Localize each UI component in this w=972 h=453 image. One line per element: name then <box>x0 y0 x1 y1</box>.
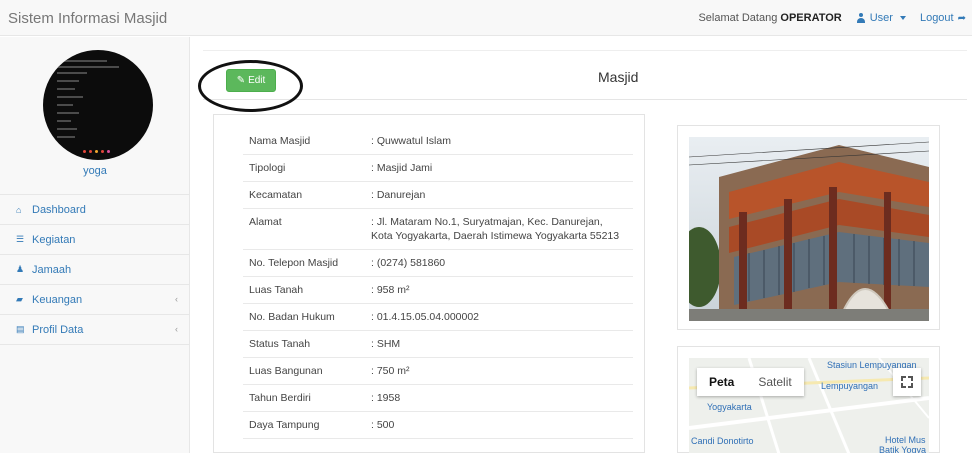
book-icon: ▰ <box>16 294 23 304</box>
role-label: OPERATOR <box>780 12 842 24</box>
table-row: Tipologi: Masjid Jami <box>243 154 633 182</box>
sidebar-item-profil-data[interactable]: ▤ Profil Data ‹ <box>0 315 190 345</box>
avatar <box>43 50 153 160</box>
map-type-control: Peta Satelit <box>697 368 804 396</box>
navbar-right: Selamat Datang OPERATOR User Logout ➦ <box>698 12 966 24</box>
top-navbar: Sistem Informasi Masjid Selamat Datang O… <box>0 0 972 36</box>
page-title: Masjid <box>598 69 639 85</box>
fullscreen-icon <box>901 376 906 381</box>
field-value: : Danurejan <box>365 181 633 209</box>
logout-label: Logout <box>919 12 954 24</box>
welcome-message: Selamat Datang OPERATOR <box>698 12 841 24</box>
map-label-lempuyangan: Lempuyangan <box>821 381 879 391</box>
chevron-left-icon: ‹ <box>175 294 178 304</box>
user-label: User <box>869 12 893 24</box>
field-label: No. Badan Hukum <box>243 303 365 331</box>
sidebar-item-keuangan[interactable]: ▰ Keuangan ‹ <box>0 285 190 315</box>
sidebar-item-label: Jamaah <box>32 263 72 276</box>
fullscreen-icon <box>908 383 913 388</box>
table-row: No. Badan Hukum: 01.4.15.05.04.000002 <box>243 303 633 331</box>
field-label: Alamat <box>243 208 365 250</box>
sidebar-item-label: Dashboard <box>32 203 86 216</box>
map-label-hotel: Hotel Mus <box>885 435 926 445</box>
fullscreen-icon <box>908 376 913 381</box>
app-brand[interactable]: Sistem Informasi Masjid <box>8 10 167 27</box>
mosque-photo <box>689 137 929 321</box>
chevron-left-icon: ‹ <box>175 324 178 334</box>
field-label: Status Tanah <box>243 330 365 358</box>
map-label-candi: Candi Donotirto <box>691 436 754 446</box>
home-icon: ⌂ <box>16 204 22 215</box>
mosque-info-table: Nama Masjid: Quwwatul Islam Tipologi: Ma… <box>243 128 633 439</box>
map-tab-peta[interactable]: Peta <box>697 368 746 396</box>
field-label: Kecamatan <box>243 181 365 209</box>
table-row: Alamat: Jl. Mataram No.1, Suryatmajan, K… <box>243 208 633 250</box>
panel-header: ✎ Edit <box>203 50 967 100</box>
field-label: Luas Tanah <box>243 276 365 304</box>
fullscreen-button[interactable] <box>893 368 921 396</box>
mosque-info-card: Nama Masjid: Quwwatul Islam Tipologi: Ma… <box>213 114 645 453</box>
field-label: Luas Bangunan <box>243 357 365 385</box>
table-row: Kecamatan: Danurejan <box>243 181 633 209</box>
field-value: : 01.4.15.05.04.000002 <box>365 303 633 331</box>
field-label: Tahun Berdiri <box>243 384 365 412</box>
list-icon: ☰ <box>16 234 25 244</box>
field-value: : Masjid Jami <box>365 154 633 182</box>
table-row: No. Telepon Masjid: (0274) 581860 <box>243 249 633 277</box>
field-label: Nama Masjid <box>243 128 365 155</box>
sidebar-item-label: Profil Data <box>32 323 84 336</box>
sidebar-item-dashboard[interactable]: ⌂ Dashboard <box>0 195 190 225</box>
table-row: Status Tanah: SHM <box>243 330 633 358</box>
field-value: : 1958 <box>365 384 633 412</box>
field-label: Tipologi <box>243 154 365 182</box>
sidebar-menu: ⌂ Dashboard ☰ Kegiatan ♟ Jamaah ▰ Keuang… <box>0 194 190 345</box>
field-value: : 750 m² <box>365 357 633 385</box>
google-map[interactable]: Stasiun Lempuyangan Lempuyangan Yogyakar… <box>689 358 929 453</box>
field-value: : 958 m² <box>365 276 633 304</box>
highlight-circle-annotation <box>198 60 303 112</box>
sidebar-username[interactable]: yoga <box>0 165 190 177</box>
table-row: Daya Tampung: 500 <box>243 411 633 439</box>
caret-down-icon <box>899 16 906 20</box>
sidebar-item-kegiatan[interactable]: ☰ Kegiatan <box>0 225 190 255</box>
user-dropdown[interactable]: User <box>856 12 906 24</box>
field-label: No. Telepon Masjid <box>243 249 365 277</box>
file-icon: ▤ <box>16 324 25 334</box>
table-row: Tahun Berdiri: 1958 <box>243 384 633 412</box>
field-value: : SHM <box>365 330 633 358</box>
users-icon: ♟ <box>16 264 25 274</box>
fullscreen-icon <box>901 383 906 388</box>
table-row: Nama Masjid: Quwwatul Islam <box>243 128 633 155</box>
table-row: Luas Bangunan: 750 m² <box>243 357 633 385</box>
map-card: Stasiun Lempuyangan Lempuyangan Yogyakar… <box>677 346 940 453</box>
table-row: Luas Tanah: 958 m² <box>243 276 633 304</box>
map-label-yogyakarta: Yogyakarta <box>707 402 752 412</box>
map-label-batik: Batik Yogya <box>879 445 927 453</box>
welcome-text: Selamat Datang <box>698 12 778 24</box>
sidebar-item-jamaah[interactable]: ♟ Jamaah <box>0 255 190 285</box>
sidebar: yoga ⌂ Dashboard ☰ Kegiatan ♟ Jamaah ▰ K… <box>0 37 190 453</box>
mosque-photo-card <box>677 125 940 330</box>
map-tab-satelit[interactable]: Satelit <box>746 368 803 396</box>
field-value: : Quwwatul Islam <box>365 128 633 155</box>
field-value: : Jl. Mataram No.1, Suryatmajan, Kec. Da… <box>365 208 633 250</box>
field-value: : 500 <box>365 411 633 439</box>
sidebar-item-label: Keuangan <box>32 293 83 306</box>
sidebar-item-label: Kegiatan <box>32 233 76 246</box>
field-label: Daya Tampung <box>243 411 365 439</box>
logout-link[interactable]: Logout ➦ <box>920 12 966 24</box>
user-icon <box>856 13 866 23</box>
field-value: : (0274) 581860 <box>365 249 633 277</box>
logout-icon: ➦ <box>957 12 966 24</box>
